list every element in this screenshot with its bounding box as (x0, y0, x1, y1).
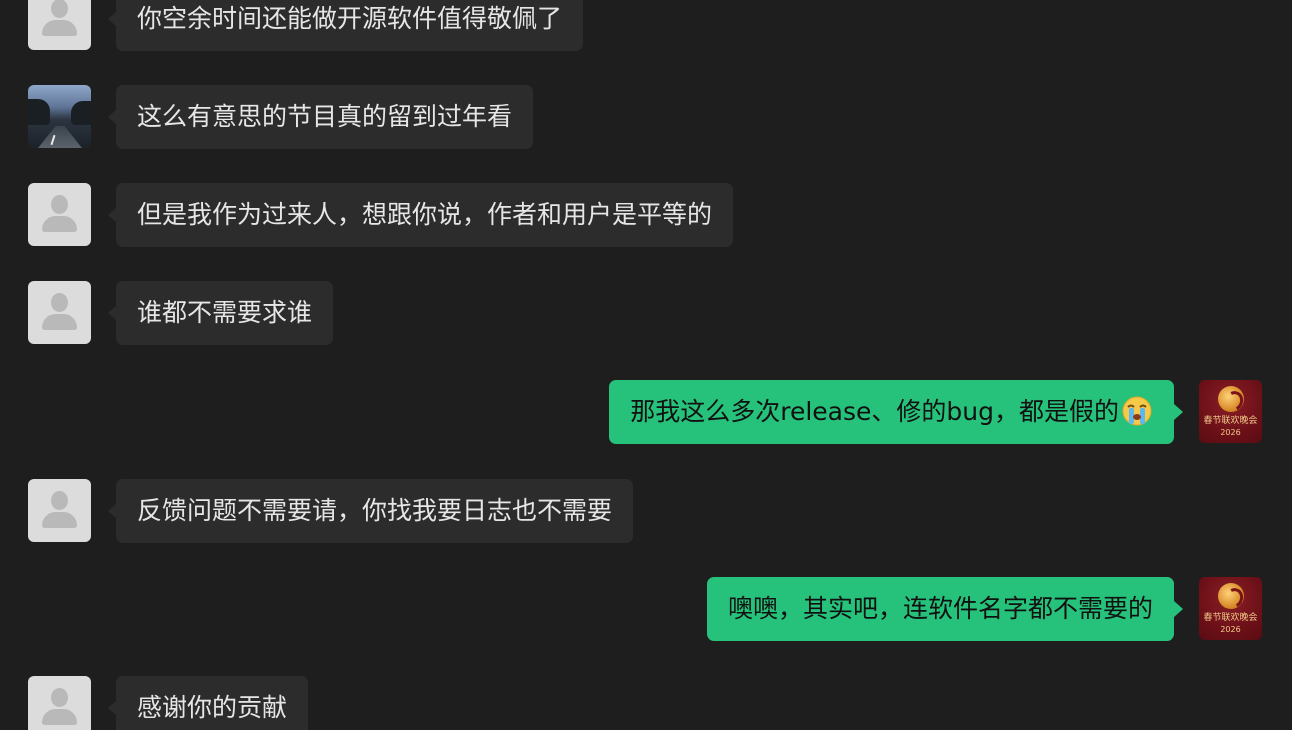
contact-avatar[interactable] (28, 676, 91, 730)
gala-emblem-icon (1218, 386, 1244, 412)
default-avatar-icon (51, 688, 68, 707)
gala-emblem-icon (1218, 583, 1244, 609)
message-row: 那我这么多次release、修的bug，都是假的 春节联欢晚会 2026 (0, 380, 1292, 444)
contact-avatar[interactable] (28, 281, 91, 344)
message-bubble[interactable]: 那我这么多次release、修的bug，都是假的 (609, 380, 1174, 444)
my-avatar[interactable]: 春节联欢晚会 2026 (1199, 380, 1262, 443)
message-row: 但是我作为过来人，想跟你说，作者和用户是平等的 (0, 183, 1292, 247)
message-bubble[interactable]: 噢噢，其实吧，连软件名字都不需要的 (706, 577, 1174, 641)
message-row: 噢噢，其实吧，连软件名字都不需要的 春节联欢晚会 2026 (0, 577, 1292, 641)
contact-avatar[interactable] (28, 0, 91, 50)
crying-face-emoji-icon (1122, 396, 1152, 426)
message-row: 你空余时间还能做开源软件值得敬佩了 (0, 0, 1292, 51)
contact-avatar[interactable] (28, 85, 91, 148)
chat-message-list[interactable]: 你空余时间还能做开源软件值得敬佩了 这么有意思的节目真的留到过年看 但是我作为过… (0, 0, 1292, 730)
my-avatar[interactable]: 春节联欢晚会 2026 (1199, 577, 1262, 640)
contact-avatar[interactable] (28, 479, 91, 542)
message-row: 感谢你的贡献 (0, 676, 1292, 730)
message-bubble[interactable]: 谁都不需要求谁 (116, 281, 334, 345)
message-bubble[interactable]: 这么有意思的节目真的留到过年看 (116, 85, 534, 149)
message-bubble[interactable]: 反馈问题不需要请，你找我要日志也不需要 (116, 479, 634, 543)
message-text: 那我这么多次release、修的bug，都是假的 (630, 397, 1119, 426)
default-avatar-icon (51, 0, 68, 18)
message-row: 谁都不需要求谁 (0, 281, 1292, 345)
default-avatar-icon (51, 491, 68, 510)
message-bubble[interactable]: 但是我作为过来人，想跟你说，作者和用户是平等的 (116, 183, 734, 247)
message-row: 反馈问题不需要请，你找我要日志也不需要 (0, 479, 1292, 543)
message-bubble[interactable]: 感谢你的贡献 (116, 676, 309, 730)
default-avatar-icon (51, 195, 68, 214)
contact-avatar[interactable] (28, 183, 91, 246)
message-row: 这么有意思的节目真的留到过年看 (0, 85, 1292, 149)
message-bubble[interactable]: 你空余时间还能做开源软件值得敬佩了 (116, 0, 584, 51)
default-avatar-icon (51, 293, 68, 312)
